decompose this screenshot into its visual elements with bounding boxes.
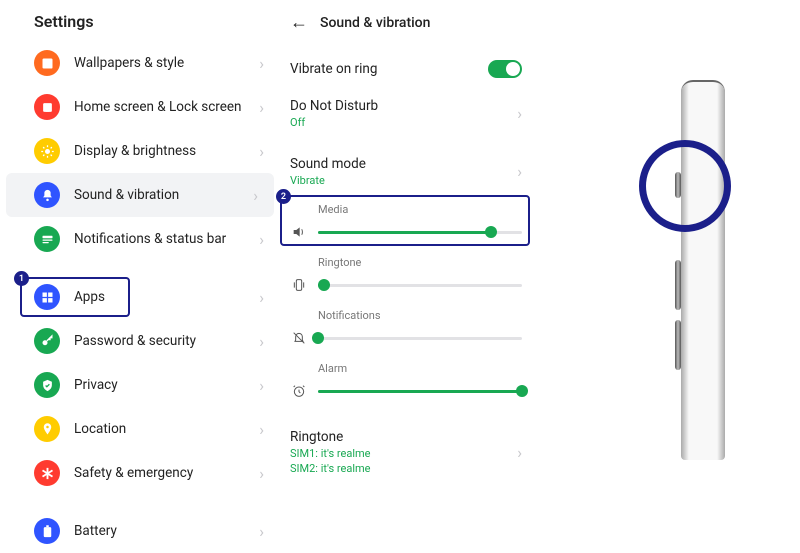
settings-item-grid[interactable]: Apps›1 [0,275,280,319]
pin-icon [34,416,60,442]
wallpaper-icon [34,50,60,76]
home-icon [34,94,60,120]
ringtone-slider[interactable] [318,284,522,287]
sound-panel: ← Sound & vibration Vibrate on ring Do N… [280,0,538,543]
settings-item-label: Home screen & Lock screen [74,99,259,115]
settings-item-label: Location [74,421,259,437]
alarm-slider-block: Alarm [288,356,522,409]
settings-title: Settings [0,8,280,41]
chevron-right-icon: › [517,443,522,462]
settings-item-label: Wallpapers & style [74,55,259,71]
chevron-right-icon: › [259,522,264,541]
notifications-slider[interactable] [318,337,522,340]
settings-item-label: Notifications & status bar [74,231,259,247]
chevron-right-icon: › [517,104,522,123]
vibrate-icon [288,277,310,293]
sun-icon [34,138,60,164]
ringtone-row-sub1: SIM1: it's realme [290,447,517,460]
settings-item-pin[interactable]: Location› [0,407,280,451]
media-slider-label: Media [318,203,522,216]
alarm-slider[interactable] [318,390,522,393]
vibrate-toggle[interactable] [488,60,522,78]
bell-icon [34,182,60,208]
bell-off-icon [288,330,310,346]
annotation-badge-1: 1 [14,271,29,286]
chevron-right-icon: › [259,332,264,351]
shield-icon [34,372,60,398]
settings-item-bell[interactable]: Sound & vibration› [6,173,274,217]
settings-panel: Settings Wallpapers & style›Home screen … [0,0,280,543]
chevron-right-icon: › [259,230,264,249]
key-icon [34,328,60,354]
phone-illustration [538,0,800,543]
settings-item-notif[interactable]: Notifications & status bar› [0,217,280,261]
notifications-slider-label: Notifications [318,309,522,322]
clock-icon [288,383,310,399]
phone-volume-down [675,320,681,370]
dnd-label: Do Not Disturb [290,98,517,114]
sound-mode-row[interactable]: Sound mode Vibrate › [284,149,526,193]
vibrate-label: Vibrate on ring [290,61,488,77]
chevron-right-icon: › [259,420,264,439]
notifications-slider-block: Notifications [288,303,522,356]
ringtone-slider-label: Ringtone [318,256,522,269]
ringtone-row-label: Ringtone [290,429,517,445]
vibrate-on-ring-row[interactable]: Vibrate on ring [284,47,526,91]
settings-item-asterisk[interactable]: Safety & emergency› [0,451,280,495]
settings-item-label: Safety & emergency [74,465,259,481]
ringtone-row-sub2: SIM2: it's realme [290,462,517,475]
settings-item-label: Sound & vibration [74,187,253,203]
ringtone-row[interactable]: Ringtone SIM1: it's realme SIM2: it's re… [284,423,526,481]
mode-label: Sound mode [290,156,517,172]
settings-item-shield[interactable]: Privacy› [0,363,280,407]
back-icon[interactable]: ← [290,12,308,33]
ringtone-slider-block: Ringtone [288,250,522,303]
media-slider[interactable] [318,231,522,234]
settings-item-home[interactable]: Home screen & Lock screen› [0,85,280,129]
chevron-right-icon: › [259,98,264,117]
mode-sub: Vibrate [290,174,517,187]
settings-item-key[interactable]: Password & security› [0,319,280,363]
chevron-right-icon: › [259,54,264,73]
annotation-badge-2: 2 [276,189,291,204]
media-slider-block: Media 2 [288,197,522,250]
settings-list: Wallpapers & style›Home screen & Lock sc… [0,41,280,553]
settings-item-sun[interactable]: Display & brightness› [0,129,280,173]
sound-header: ← Sound & vibration [284,8,526,47]
notif-icon [34,226,60,252]
chevron-right-icon: › [259,376,264,395]
sound-title: Sound & vibration [320,15,430,31]
phone-mute-switch [675,172,681,198]
settings-item-label: Battery [74,523,259,539]
battery-icon [34,518,60,544]
phone-volume-up [675,260,681,310]
settings-item-label: Privacy [74,377,259,393]
dnd-row[interactable]: Do Not Disturb Off › [284,91,526,135]
settings-item-label: Display & brightness [74,143,259,159]
chevron-right-icon: › [259,464,264,483]
volume-sliders: Media 2 Ringtone [284,193,526,409]
phone-body [681,80,725,460]
dnd-sub: Off [290,116,517,129]
chevron-right-icon: › [259,142,264,161]
settings-item-label: Apps [74,289,259,305]
settings-item-label: Password & security [74,333,259,349]
alarm-slider-label: Alarm [318,362,522,375]
settings-item-battery[interactable]: Battery› [0,509,280,553]
chevron-right-icon: › [253,186,258,205]
grid-icon [34,284,60,310]
chevron-right-icon: › [259,288,264,307]
speaker-icon [288,224,310,240]
asterisk-icon [34,460,60,486]
chevron-right-icon: › [517,162,522,181]
settings-item-wallpaper[interactable]: Wallpapers & style› [0,41,280,85]
